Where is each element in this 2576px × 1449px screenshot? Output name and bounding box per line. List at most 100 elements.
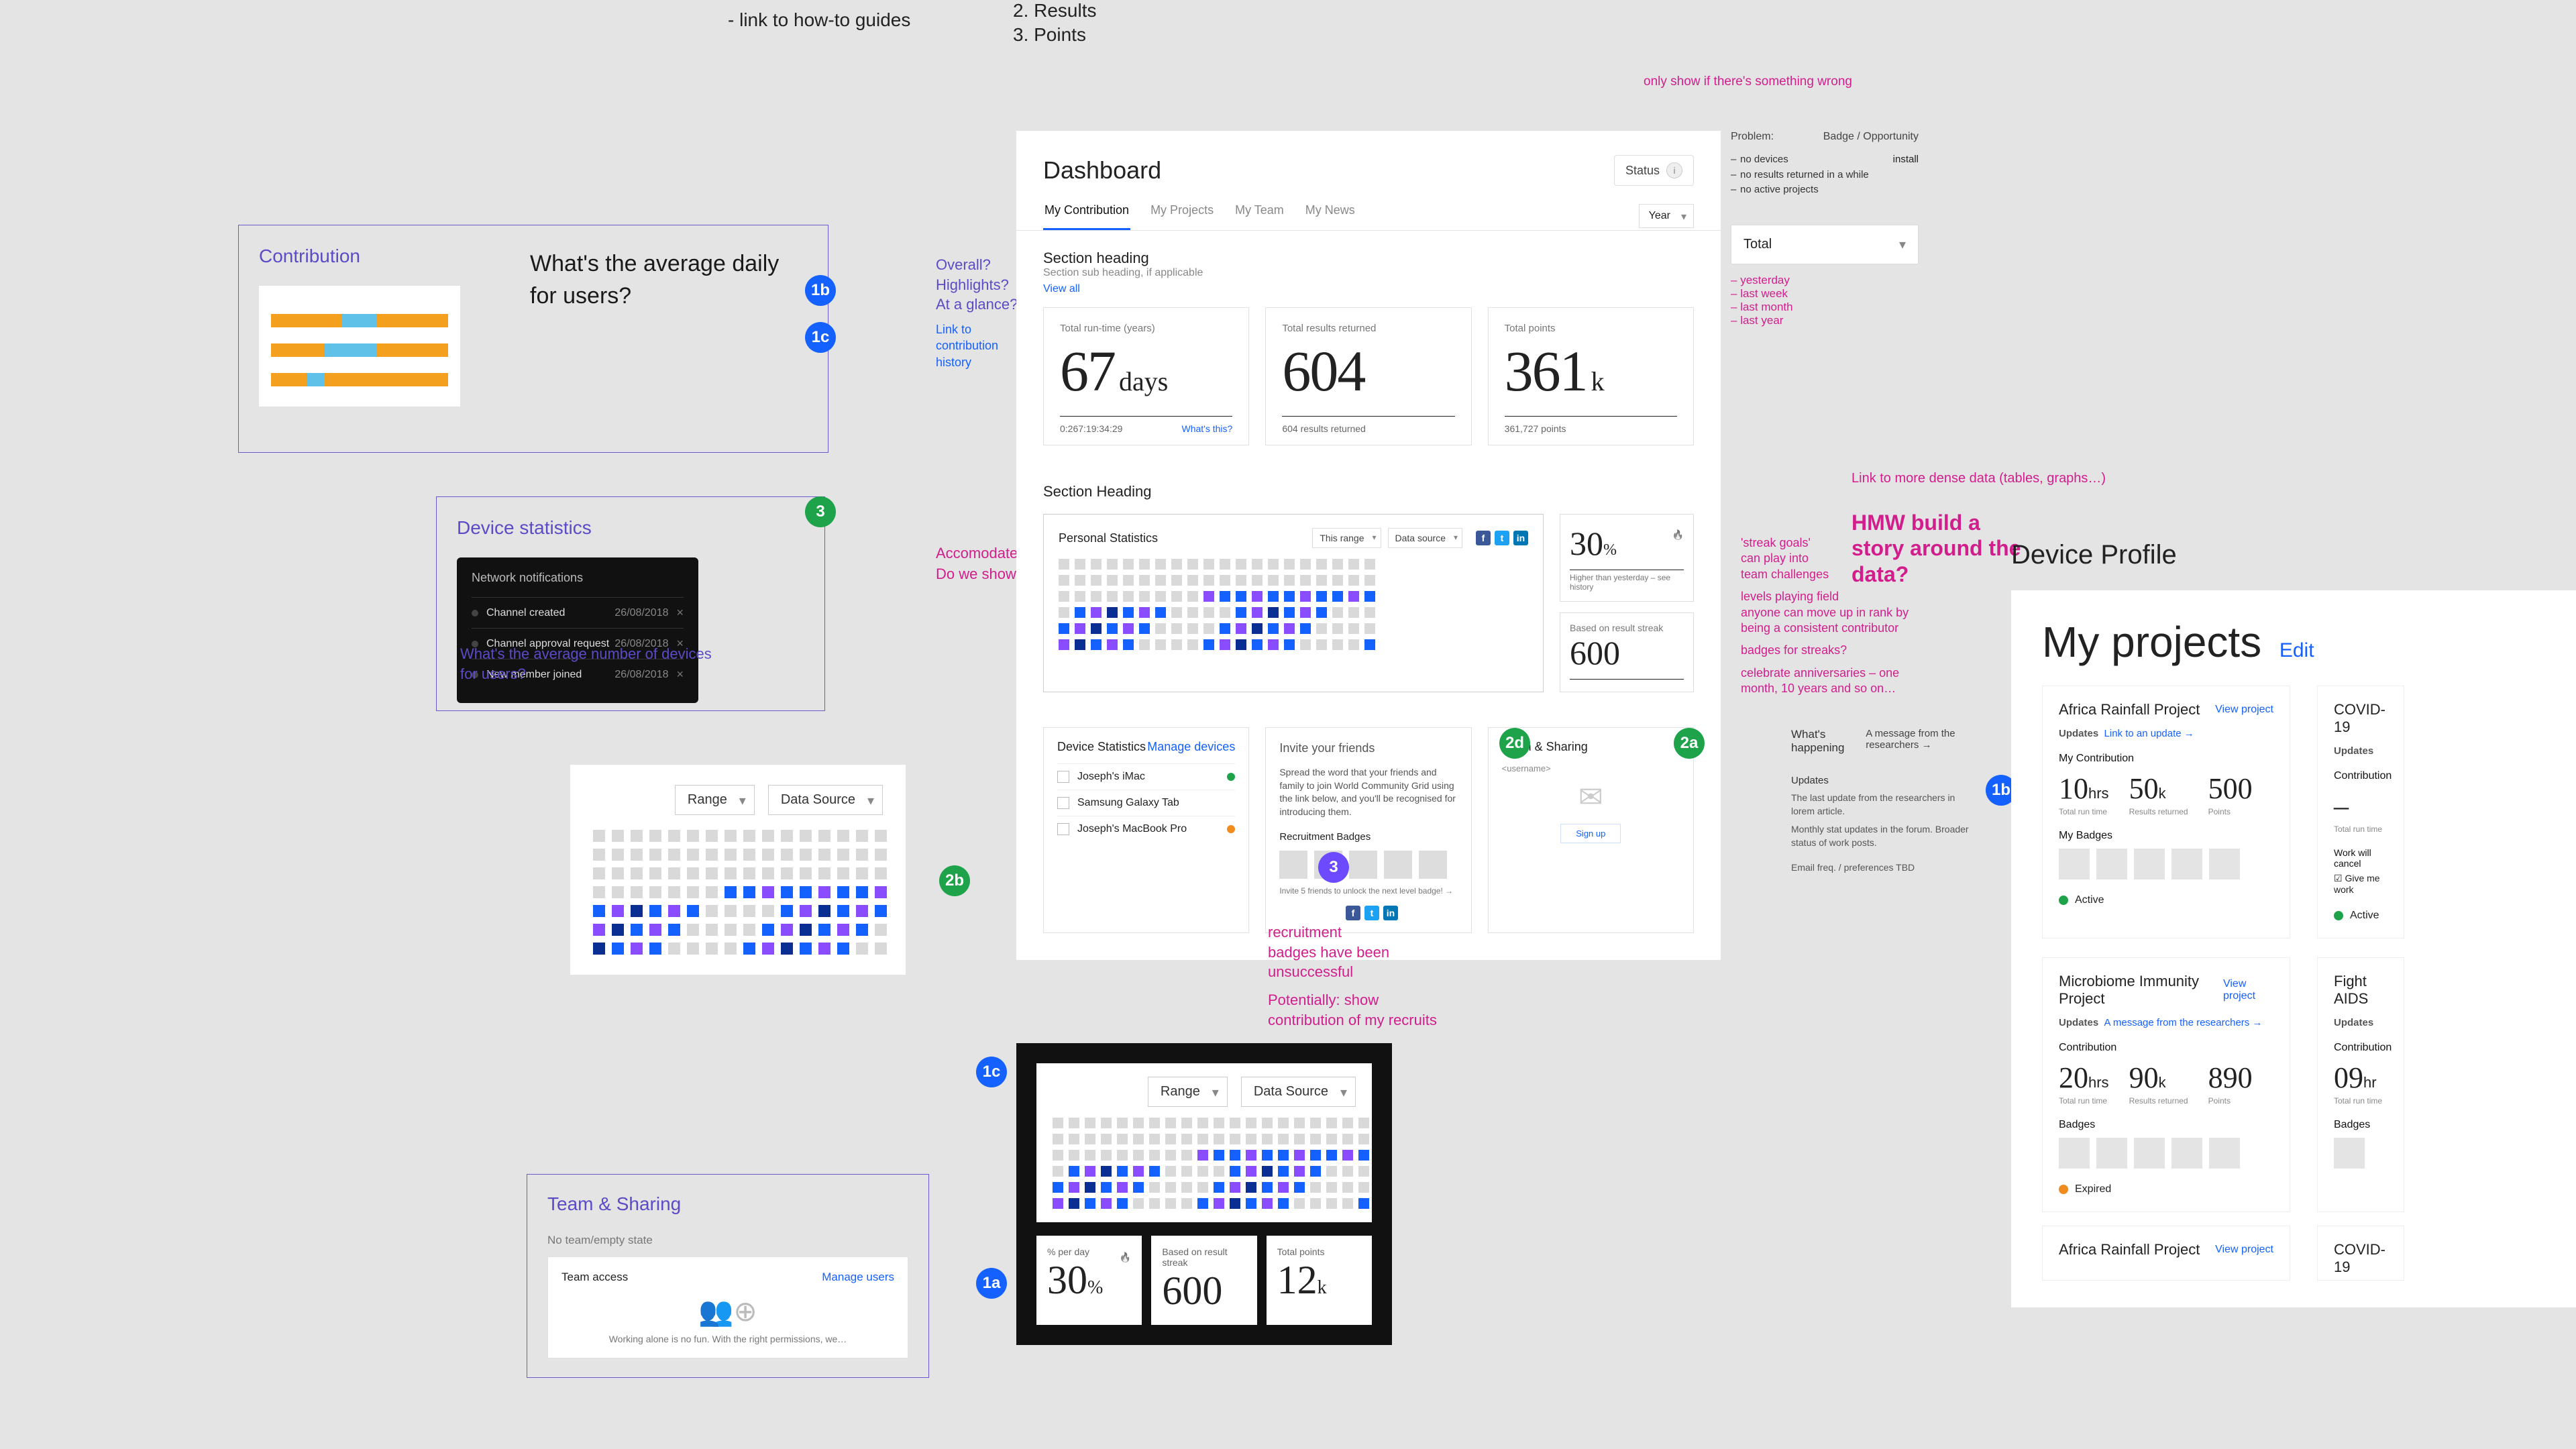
side-stat-percent: 30% Higher than yesterday – see history	[1560, 514, 1694, 602]
stat-unit: days	[1119, 366, 1168, 396]
filter-range[interactable]: This range	[1312, 528, 1381, 548]
note-potential: Potentially: show	[1268, 990, 1437, 1010]
period-item: last week	[1731, 287, 1919, 301]
section-title-team: Team & Sharing	[547, 1193, 908, 1215]
note-overall-l1: Overall?	[936, 255, 1018, 275]
link-history[interactable]: history	[936, 354, 1018, 370]
manage-users-link[interactable]: Manage users	[822, 1271, 894, 1284]
stat-value: 604	[1282, 339, 1364, 403]
whats-this-link[interactable]: What's this?	[1182, 423, 1233, 434]
manage-devices-link[interactable]: Manage devices	[1147, 740, 1235, 754]
filter-data-source[interactable]: Data Source	[1241, 1077, 1356, 1107]
nav-step-points: 3. Points	[1013, 24, 1086, 46]
people-icon: 👥⊕	[561, 1295, 894, 1328]
section-heading: Section heading	[1043, 250, 1203, 267]
my-projects-panel: My projects Edit Africa Rainfall Project…	[2011, 590, 2576, 1307]
tiny-chart-3	[271, 373, 448, 386]
edit-link[interactable]: Edit	[2279, 639, 2314, 661]
view-all-link[interactable]: View all	[1043, 283, 1203, 295]
contribution-grid	[593, 830, 883, 955]
period-item: last month	[1731, 301, 1919, 314]
view-project-link[interactable]: View project	[2215, 1244, 2273, 1256]
facebook-icon[interactable]: f	[1346, 906, 1360, 920]
stat-card-points: Total points 361k 361,727 points	[1488, 307, 1694, 445]
annotation-question-devices: What's the average number of devices for…	[460, 644, 715, 684]
mini-stat-streak: Based on result streak 600	[1151, 1236, 1256, 1325]
grid-panel-dark: Range Data Source % per day 30% Based on…	[1016, 1043, 1392, 1345]
project-card: Microbiome Immunity ProjectView project …	[2042, 957, 2290, 1212]
filter-range[interactable]: Range	[675, 785, 755, 815]
twitter-icon[interactable]: t	[1364, 906, 1379, 920]
envelope-icon: ✉	[1502, 780, 1680, 814]
badge-item: install	[1893, 154, 1919, 165]
device-item[interactable]: Joseph's iMac	[1057, 763, 1235, 790]
badge-1c: 1c	[805, 322, 836, 353]
badge-1a: 1a	[976, 1268, 1007, 1299]
link-contribution[interactable]: Link to	[936, 321, 1018, 337]
nav-link-guides: - link to how-to guides	[728, 9, 910, 31]
status-chip[interactable]: Statusi	[1614, 155, 1694, 186]
stat-label: Total results returned	[1282, 323, 1454, 334]
note-overall-l3: At a glance?	[936, 294, 1018, 315]
status-dot	[1227, 825, 1235, 833]
update-link[interactable]: Link to an update →	[2104, 728, 2194, 739]
tab-my-news[interactable]: My News	[1304, 195, 1356, 230]
section-title-device-stats: Device statistics	[457, 517, 804, 539]
contribution-grid	[1053, 1118, 1356, 1209]
tab-my-team[interactable]: My Team	[1234, 195, 1285, 230]
view-project-link[interactable]: View project	[2223, 978, 2273, 1002]
badge-3: 3	[1318, 852, 1349, 883]
problem-item: no active projects	[1731, 182, 1919, 198]
device-statistics-card: Device StatisticsManage devices Joseph's…	[1043, 727, 1249, 933]
note-overall-l2: Highlights?	[936, 275, 1018, 295]
close-icon[interactable]: ×	[676, 606, 684, 620]
update-link[interactable]: A message from the researchers →	[2104, 1017, 2263, 1028]
device-item[interactable]: Joseph's MacBook Pro	[1057, 816, 1235, 842]
twitter-icon[interactable]: t	[1495, 531, 1509, 545]
facebook-icon[interactable]: f	[1476, 531, 1491, 545]
badge-1c: 1c	[976, 1057, 1007, 1087]
mini-stat-percent: % per day 30%	[1036, 1236, 1142, 1325]
checkbox[interactable]	[1057, 771, 1069, 783]
team-access-title: Team access	[561, 1271, 628, 1284]
badge-2d: 2d	[1499, 728, 1530, 759]
checkbox[interactable]	[1057, 797, 1069, 809]
stat-value: 361	[1505, 339, 1587, 403]
sign-up-button[interactable]: Sign up	[1560, 824, 1621, 843]
tiny-chart-2	[271, 343, 448, 357]
device-item[interactable]: Samsung Galaxy Tab	[1057, 790, 1235, 816]
project-card: COVID-19 Updates Contribution –Total run…	[2317, 686, 2404, 938]
tiny-chart-1	[271, 314, 448, 327]
tab-my-projects[interactable]: My Projects	[1149, 195, 1215, 230]
project-card: Africa Rainfall ProjectView project Upda…	[2042, 686, 2290, 938]
nn-row[interactable]: Channel created26/08/2018×	[472, 597, 684, 628]
year-select[interactable]: Year	[1639, 204, 1694, 228]
filter-data-source[interactable]: Data source	[1388, 528, 1462, 548]
badge-1b: 1b	[805, 275, 836, 306]
total-select[interactable]: Total	[1731, 225, 1919, 264]
badge-3: 3	[805, 496, 836, 527]
filter-range[interactable]: Range	[1148, 1077, 1228, 1107]
flame-icon	[1120, 1246, 1131, 1265]
tab-my-contribution[interactable]: My Contribution	[1043, 195, 1130, 230]
section-subheading: Section sub heading, if applicable	[1043, 267, 1203, 279]
link-contribution-2[interactable]: contribution	[936, 337, 1018, 354]
page-title: Dashboard	[1043, 156, 1161, 184]
nav-step-results: 2. Results	[1013, 0, 1097, 21]
annotation-question-avg-daily: What's the average daily for users?	[530, 248, 798, 312]
badge-2b: 2b	[939, 865, 970, 896]
stat-label: Total run-time (years)	[1060, 323, 1232, 334]
team-empty-label: No team/empty state	[547, 1234, 908, 1247]
view-project-link[interactable]: View project	[2215, 704, 2273, 716]
project-card: Fight AIDS Updates Contribution 09hrTota…	[2317, 957, 2404, 1212]
checkbox[interactable]	[1057, 823, 1069, 835]
note-link-more: Link to more dense data (tables, graphs……	[1851, 470, 2106, 488]
linkedin-icon[interactable]: in	[1513, 531, 1528, 545]
filter-data-source[interactable]: Data Source	[768, 785, 883, 815]
linkedin-icon[interactable]: in	[1383, 906, 1398, 920]
stat-card-results: Total results returned 604 604 results r…	[1265, 307, 1471, 445]
stat-card-runtime: Total run-time (years) 67days 0:267:19:3…	[1043, 307, 1249, 445]
annotation-team-sharing: Team & Sharing No team/empty state Team …	[527, 1174, 929, 1378]
dashboard-panel: Dashboard Statusi My Contribution My Pro…	[1016, 131, 1721, 960]
stat-value: 67	[1060, 339, 1115, 403]
